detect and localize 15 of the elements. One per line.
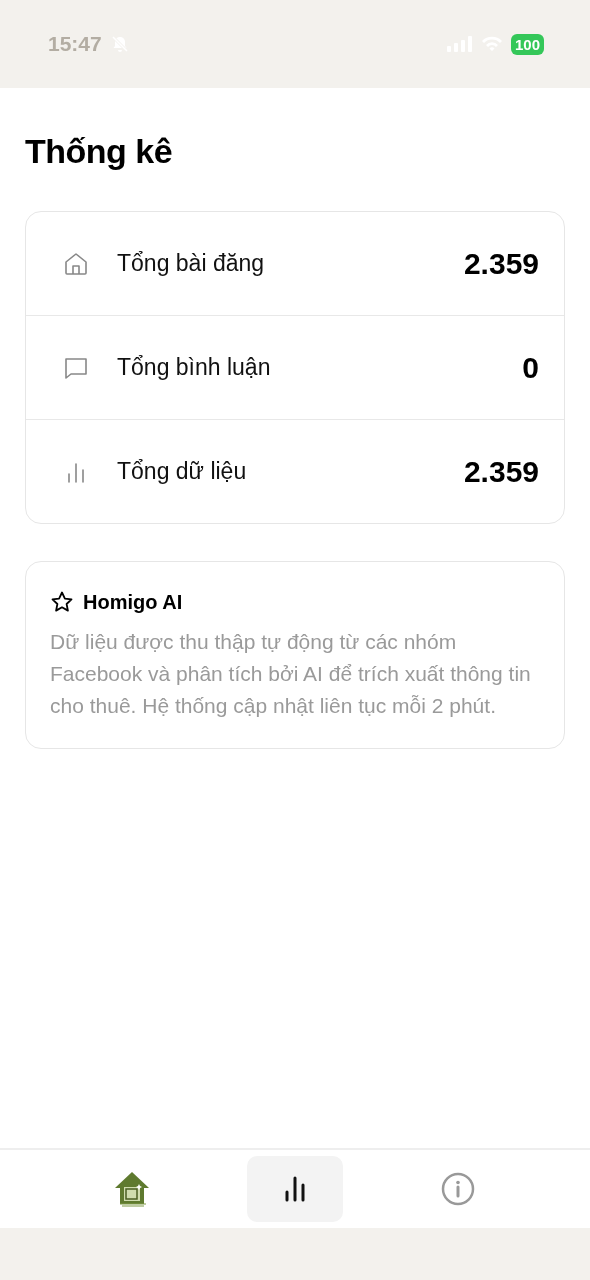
stat-value: 0 <box>522 350 539 385</box>
house-icon <box>63 250 89 277</box>
battery-indicator: 100 <box>510 33 544 55</box>
stat-value: 2.359 <box>463 454 539 489</box>
page-title: Thống kê <box>25 132 174 171</box>
star-icon <box>50 590 74 614</box>
info-icon <box>440 1171 477 1207</box>
info-title: Homigo AI <box>83 590 183 614</box>
stats-tab[interactable] <box>247 1156 343 1222</box>
stat-label: Tổng dữ liệu <box>117 458 248 485</box>
stat-label: Tổng bình luận <box>117 354 272 381</box>
stat-label: Tổng bài đăng <box>117 250 266 277</box>
info-description: Dữ liệu được thu thập tự động từ các nhóm Facebook và phân tích bởi AI để trích xuất thông tin cho thuê. Hệ thống cập nhật liên tục mỗi 2 phút. <box>50 629 532 719</box>
clock-time: 15:47 <box>48 32 102 56</box>
stat-value: 2.359 <box>463 246 539 281</box>
